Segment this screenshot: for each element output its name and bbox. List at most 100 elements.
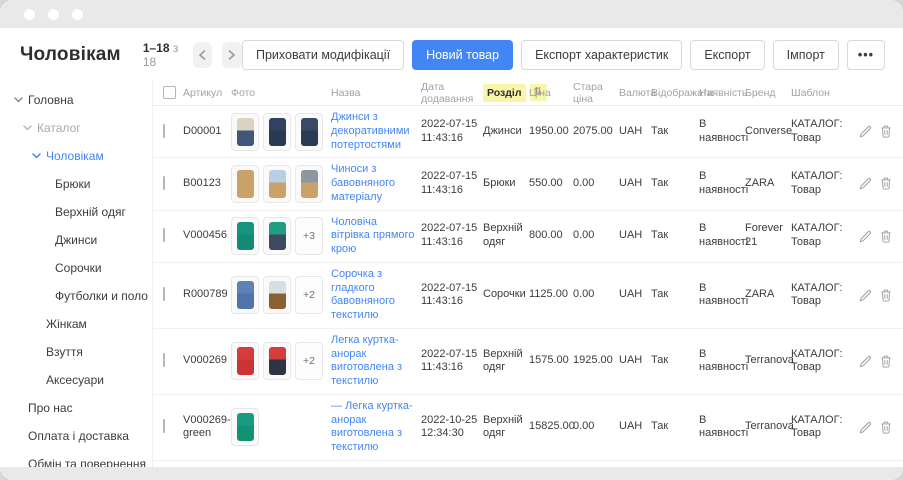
sidebar-item-label: Жінкам [46, 317, 87, 331]
sidebar-item[interactable]: Чоловікам [0, 142, 152, 170]
column-header-template[interactable]: Шаблон [791, 87, 857, 99]
photo-thumbnail[interactable] [263, 276, 291, 314]
column-header-old-price[interactable]: Стара ціна [573, 81, 619, 105]
sidebar-item[interactable]: Брюки [0, 170, 152, 198]
photo-thumbnail[interactable] [263, 342, 291, 380]
toolbar: Приховати модифікації Новий товар Експор… [242, 40, 885, 70]
photo-thumbnail[interactable] [231, 276, 259, 314]
column-header-price[interactable]: Ціна [529, 87, 573, 99]
edit-button[interactable] [859, 177, 872, 190]
photo-more-badge[interactable]: +2 [295, 276, 323, 314]
product-name-link[interactable]: Чоловіча вітрівка прямого крою [331, 211, 421, 262]
prev-page-button[interactable] [193, 42, 213, 68]
delete-button[interactable] [880, 355, 892, 368]
delete-button[interactable] [880, 289, 892, 302]
product-photos: +2 [231, 271, 331, 319]
photo-thumbnail[interactable] [231, 408, 259, 446]
column-header-photo[interactable]: Фото [231, 87, 331, 99]
more-actions-button[interactable]: ••• [847, 40, 885, 70]
photo-thumbnail[interactable] [295, 113, 323, 151]
sidebar-item[interactable]: Аксесуари [0, 366, 152, 394]
photo-thumbnail[interactable] [231, 217, 259, 255]
row-checkbox[interactable] [163, 124, 165, 138]
photo-thumbnail[interactable] [231, 165, 259, 203]
product-sku: R000789 [183, 283, 231, 307]
product-brand: ZARA [745, 172, 791, 196]
edit-button[interactable] [859, 421, 872, 434]
photo-thumbnail[interactable] [231, 113, 259, 151]
product-name-link[interactable]: Сорочка з гладкого бавовняного текстилю [331, 263, 421, 328]
column-header-brand[interactable]: Бренд [745, 87, 791, 99]
delete-button[interactable] [880, 177, 892, 190]
sidebar-item[interactable]: Обмін та повернення [0, 450, 152, 467]
export-characteristics-button[interactable]: Експорт характеристик [521, 40, 682, 70]
sidebar-item[interactable]: Футболки и поло [0, 282, 152, 310]
product-name-link[interactable]: Легка куртка-анорак виготовлена з тексти… [331, 329, 421, 394]
edit-button[interactable] [859, 125, 872, 138]
window-dot-icon[interactable] [72, 9, 83, 20]
product-name-link[interactable]: — Легка куртка-анорак виготовлена з текс… [331, 395, 421, 460]
sidebar-item[interactable]: Каталог [0, 114, 152, 142]
product-image [301, 118, 318, 146]
photo-thumbnail[interactable] [295, 165, 323, 203]
product-sku: V000269-green [183, 409, 231, 447]
product-date: 2022-07-15 11:43:16 [421, 113, 483, 151]
row-checkbox[interactable] [163, 353, 165, 367]
select-all-checkbox[interactable] [163, 86, 176, 99]
delete-button[interactable] [880, 125, 892, 138]
hide-modifications-button[interactable]: Приховати модифікації [242, 40, 404, 70]
sidebar-item[interactable]: Верхній одяг [0, 198, 152, 226]
row-checkbox[interactable] [163, 287, 165, 301]
column-header-name[interactable]: Назва [331, 87, 421, 99]
column-header-category[interactable]: Розділ ⇅ [483, 84, 529, 102]
column-header-currency[interactable]: Валюта [619, 87, 651, 99]
sidebar-item[interactable]: Сорочки [0, 254, 152, 282]
product-name-link[interactable]: Джинси з декоративними потертостями [331, 106, 421, 157]
product-sku: V000456 [183, 224, 231, 248]
edit-button[interactable] [859, 355, 872, 368]
sidebar-item[interactable]: Головна [0, 86, 152, 114]
page-header: Чоловікам 1–18 з 18 Приховати модифікаці… [0, 28, 903, 80]
product-currency: UAH [619, 172, 651, 196]
product-old-price: 1925.00 [573, 349, 619, 373]
pencil-icon [859, 421, 872, 434]
photo-thumbnail[interactable] [231, 342, 259, 380]
photo-thumbnail[interactable] [263, 217, 291, 255]
pencil-icon [859, 230, 872, 243]
import-button[interactable]: Імпорт [773, 40, 839, 70]
delete-button[interactable] [880, 421, 892, 434]
sorted-column-label[interactable]: Розділ [483, 84, 526, 102]
photo-thumbnail[interactable] [263, 113, 291, 151]
product-template: КАТАЛОГ: Товар [791, 113, 857, 151]
column-header-date[interactable]: Дата додавання [421, 81, 483, 105]
sidebar-item[interactable]: Взуття [0, 338, 152, 366]
app-window: Чоловікам 1–18 з 18 Приховати модифікаці… [0, 0, 903, 480]
sidebar-item[interactable]: Про нас [0, 394, 152, 422]
product-row: V000269 +2 Легка куртка-анорак виготовле… [153, 329, 903, 395]
sidebar-item-label: Сорочки [55, 261, 102, 275]
sidebar-item[interactable]: Джинси [0, 226, 152, 254]
row-checkbox[interactable] [163, 176, 165, 190]
sidebar-item[interactable]: Оплата і доставка [0, 422, 152, 450]
delete-button[interactable] [880, 230, 892, 243]
column-header-sku[interactable]: Артикул [183, 87, 231, 99]
window-dot-icon[interactable] [24, 9, 35, 20]
next-page-button[interactable] [222, 42, 242, 68]
column-header-display[interactable]: Відображати [651, 87, 699, 99]
export-button[interactable]: Експорт [690, 40, 764, 70]
product-image [237, 413, 254, 441]
new-product-button[interactable]: Новий товар [412, 40, 513, 70]
photo-thumbnail[interactable] [263, 165, 291, 203]
row-checkbox[interactable] [163, 228, 165, 242]
edit-button[interactable] [859, 289, 872, 302]
column-header-availability[interactable]: Наявність [699, 87, 745, 99]
window-dot-icon[interactable] [48, 9, 59, 20]
photo-more-badge[interactable]: +2 [295, 342, 323, 380]
edit-button[interactable] [859, 230, 872, 243]
product-availability: В наявності [699, 113, 745, 151]
sidebar-item[interactable]: Жінкам [0, 310, 152, 338]
product-name-link[interactable]: Чиноси з бавовняного матеріалу [331, 158, 421, 209]
photo-more-badge[interactable]: +3 [295, 217, 323, 255]
row-checkbox[interactable] [163, 419, 165, 433]
pencil-icon [859, 355, 872, 368]
